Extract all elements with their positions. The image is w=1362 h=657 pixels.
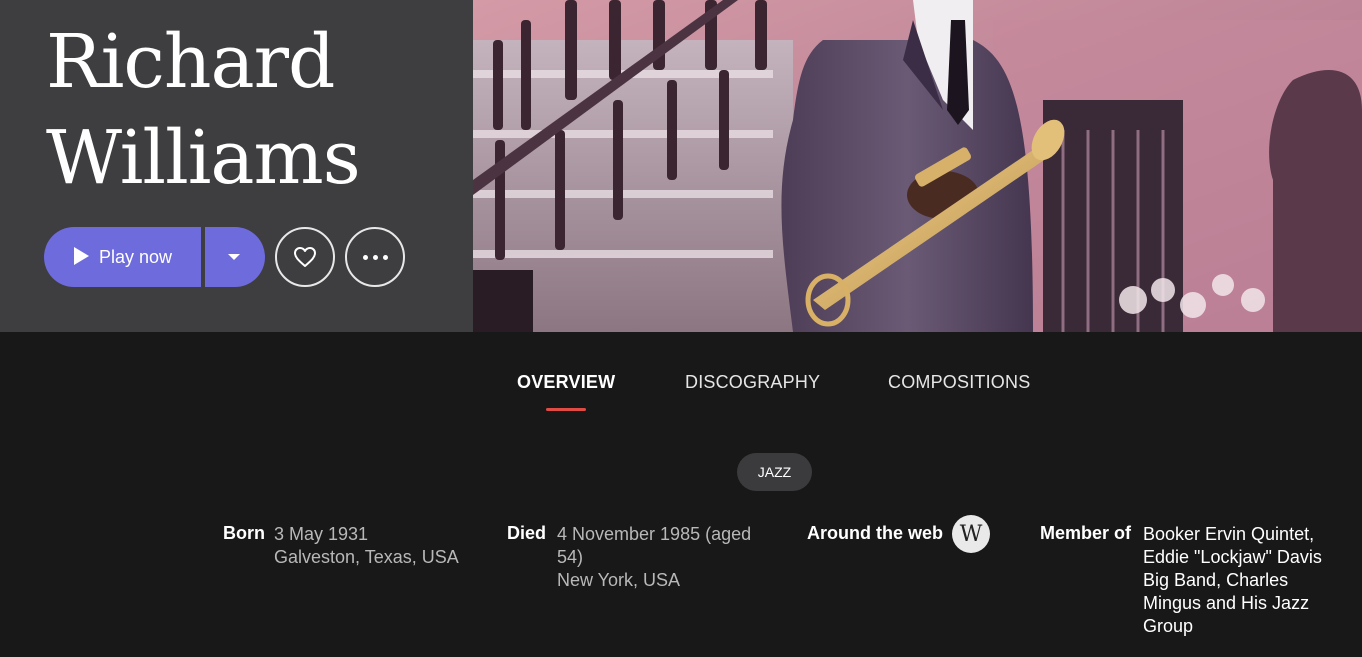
tab-overview[interactable]: OVERVIEW: [517, 372, 615, 393]
wikipedia-icon[interactable]: W: [952, 515, 990, 553]
artist-name: Richard Williams: [46, 14, 466, 206]
tab-discography[interactable]: DISCOGRAPHY: [685, 372, 820, 393]
more-options-button[interactable]: [345, 227, 405, 287]
member-group-link[interactable]: Booker Ervin Quintet: [1143, 524, 1309, 544]
born-date: 3 May 1931: [274, 524, 369, 544]
member-of-list: Booker Ervin Quintet, Eddie "Lockjaw" Da…: [1143, 523, 1333, 638]
artist-name-first: Richard: [46, 19, 335, 105]
active-tab-indicator: [546, 408, 586, 411]
artist-hero: Richard Williams Play now: [0, 0, 1362, 332]
member-separator: ,: [1216, 570, 1227, 590]
died-label: Died: [507, 523, 547, 543]
born-place: Galveston, Texas, USA: [274, 547, 459, 567]
artist-photo: [473, 0, 1362, 332]
more-icon: [362, 254, 388, 260]
died-date-line2: 54): [557, 547, 584, 567]
play-now-label: Play now: [99, 246, 173, 267]
born-label: Born: [223, 523, 265, 543]
around-the-web-label: Around the web: [807, 523, 943, 543]
died-place: New York, USA: [557, 570, 681, 590]
tab-compositions[interactable]: COMPOSITIONS: [888, 372, 1030, 393]
favorite-button[interactable]: [275, 227, 335, 287]
born-value: 3 May 1931 Galveston, Texas, USA: [274, 523, 459, 569]
play-now-button[interactable]: Play now: [44, 227, 201, 287]
artist-tabs: OVERVIEW DISCOGRAPHY COMPOSITIONS: [0, 362, 1362, 412]
member-separator: ,: [1309, 524, 1315, 544]
play-options-dropdown-button[interactable]: [205, 227, 265, 287]
died-date-line1: 4 November 1985 (aged: [557, 524, 752, 544]
genre-tag[interactable]: JAZZ: [737, 453, 812, 491]
hero-info-panel: Richard Williams Play now: [0, 0, 473, 332]
artist-actions: Play now: [44, 227, 405, 287]
play-icon: [74, 247, 89, 265]
artist-name-last: Williams: [46, 115, 361, 201]
member-of-label: Member of: [1040, 523, 1132, 543]
chevron-down-icon: [228, 254, 240, 260]
died-value: 4 November 1985 (aged 54) New York, USA: [557, 523, 751, 592]
heart-icon: [294, 247, 316, 267]
